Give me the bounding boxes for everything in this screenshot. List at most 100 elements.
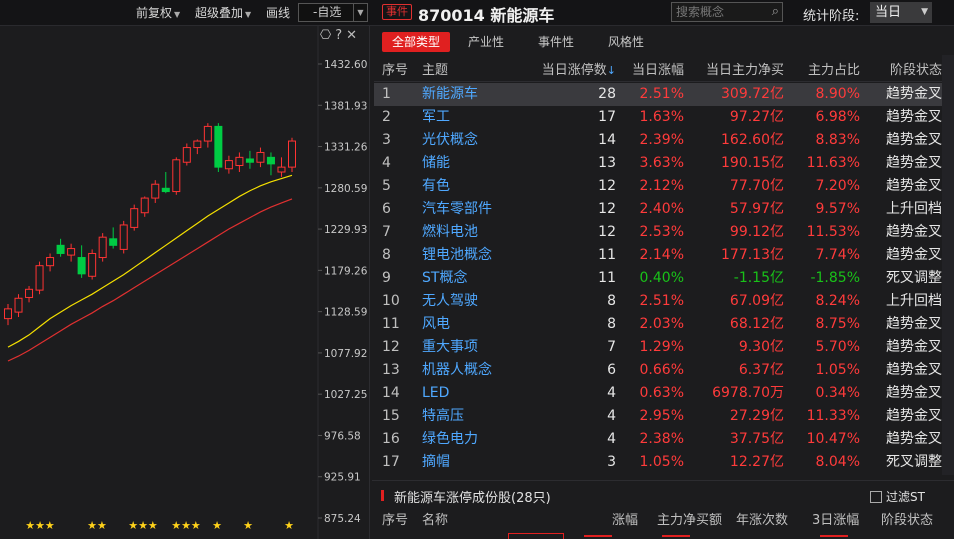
constituents-first-row[interactable] [372, 533, 954, 539]
row-stage: 趋势金叉 [886, 385, 942, 401]
row-net-buy: 12.27亿 [729, 454, 784, 470]
row-ratio: 7.74% [815, 247, 860, 263]
col-idx[interactable]: 序号 [382, 509, 408, 533]
row-value-bar [820, 535, 848, 537]
tab-all[interactable]: 全部类型 [382, 32, 451, 52]
row-stage: 上升回档 [886, 201, 942, 217]
search-input[interactable]: 搜索概念 ⌕ [671, 2, 783, 22]
table-row[interactable]: 12 重大事项 7 1.29% 9.30亿 5.70% 趋势金叉 [374, 336, 942, 359]
candle-body [266, 156, 275, 165]
chart-icons: ⎔?✕ [320, 28, 361, 43]
table-row[interactable]: 3 光伏概念 14 2.39% 162.60亿 8.83% 趋势金叉 [374, 129, 942, 152]
table-row[interactable]: 6 汽车零部件 12 2.40% 57.97亿 9.57% 上升回档 [374, 198, 942, 221]
row-stage: 趋势金叉 [886, 155, 942, 171]
row-index: 16 [382, 431, 400, 447]
row-change-pct: 0.40% [639, 270, 684, 286]
row-limit-count: 28 [598, 86, 616, 102]
sort-arrow-icon: ↓ [606, 64, 616, 77]
adjust-menu[interactable]: 前复权 ▼ [136, 4, 180, 21]
candle-body [88, 252, 97, 277]
row-net-buy: 190.15亿 [721, 155, 784, 171]
row-index: 14 [382, 385, 400, 401]
scrollbar[interactable] [942, 55, 954, 475]
row-ratio: 0.34% [815, 385, 860, 401]
candle-body [182, 147, 191, 163]
y-tick-label: 1027.25 [324, 389, 367, 401]
row-stage: 趋势金叉 [886, 316, 942, 332]
row-ratio: -1.85% [810, 270, 860, 286]
stat-select[interactable]: 当日 ▼ [870, 2, 932, 23]
col-year-count[interactable]: 年涨次数 [736, 509, 788, 533]
row-index: 2 [382, 109, 391, 125]
row-net-buy: 309.72亿 [721, 86, 784, 102]
row-theme-name: LED [422, 385, 450, 401]
candle-body [109, 238, 118, 246]
search-icon[interactable]: ⌕ [772, 3, 779, 21]
table-row[interactable]: 15 特高压 4 2.95% 27.29亿 11.33% 趋势金叉 [374, 405, 942, 428]
col-pct[interactable]: 当日涨幅 [624, 59, 684, 82]
row-theme-name: 无人驾驶 [422, 293, 478, 309]
checkbox-icon [870, 491, 882, 503]
candle-body [235, 156, 244, 166]
filter-st-checkbox[interactable]: 过滤ST [870, 488, 925, 505]
candle-body [245, 158, 254, 163]
kline-chart[interactable]: 1432.60 1381.93 1331.26 1280.59 1229.93 1179.… [0, 26, 370, 539]
candle-body [161, 187, 170, 193]
col-name[interactable]: 主题 [422, 59, 448, 82]
close-icon[interactable]: ✕ [346, 28, 361, 43]
row-theme-name: 新能源车 [422, 86, 478, 102]
candle-body [288, 140, 296, 168]
table-row[interactable]: 11 风电 8 2.03% 68.12亿 8.75% 趋势金叉 [374, 313, 942, 336]
row-ratio: 6.98% [815, 109, 860, 125]
custom-select[interactable]: -自选 ▼ [298, 3, 368, 22]
star-rating-icon: ★★★ [171, 519, 201, 532]
row-stage: 趋势金叉 [886, 178, 942, 194]
tab-style[interactable]: 风格性 [598, 32, 654, 52]
row-limit-count: 4 [607, 408, 616, 424]
table-row[interactable]: 17 摘帽 3 1.05% 12.27亿 8.04% 死叉调整 [374, 451, 942, 474]
col-change[interactable]: 涨幅 [612, 509, 638, 533]
col-net[interactable]: 当日主力净买 [692, 59, 784, 82]
col-stage[interactable]: 阶段状态 [881, 509, 933, 533]
y-tick-label: 1331.26 [324, 142, 368, 154]
row-stage: 死叉调整 [886, 454, 942, 470]
table-row[interactable]: 9 ST概念 11 0.40% -1.15亿 -1.85% 死叉调整 [374, 267, 942, 290]
table-row[interactable]: 1 新能源车 28 2.51% 309.72亿 8.90% 趋势金叉 [374, 83, 942, 106]
row-theme-name: 军工 [422, 109, 450, 125]
candle-body [151, 183, 160, 199]
help-icon[interactable]: ? [335, 28, 346, 43]
row-index: 6 [382, 201, 391, 217]
row-ratio: 7.20% [815, 178, 860, 194]
col-3day-change[interactable]: 3日涨幅 [812, 509, 859, 533]
table-row[interactable]: 13 机器人概念 6 0.66% 6.37亿 1.05% 趋势金叉 [374, 359, 942, 382]
table-row[interactable]: 7 燃料电池 12 2.53% 99.12亿 11.53% 趋势金叉 [374, 221, 942, 244]
col-limit-count-label: 当日涨停数 [541, 63, 607, 78]
row-net-buy: 27.29亿 [729, 408, 784, 424]
col-name[interactable]: 名称 [422, 509, 448, 533]
candle-body [77, 257, 86, 275]
col-stage[interactable]: 阶段状态 [870, 59, 942, 82]
table-row[interactable]: 2 军工 17 1.63% 97.27亿 6.98% 趋势金叉 [374, 106, 942, 129]
theme-panel: 全部类型 产业性 事件性 风格性 序号 主题 当日涨停数↓ 当日涨幅 当日主力净… [372, 26, 954, 539]
tab-event[interactable]: 事件性 [528, 32, 584, 52]
table-row[interactable]: 16 绿色电力 4 2.38% 37.75亿 10.47% 趋势金叉 [374, 428, 942, 451]
tab-industry[interactable]: 产业性 [458, 32, 514, 52]
col-limit-count[interactable]: 当日涨停数↓ [534, 59, 616, 82]
row-change-pct: 0.63% [639, 385, 684, 401]
col-ratio[interactable]: 主力占比 [792, 59, 860, 82]
candle-body [214, 125, 223, 168]
col-idx[interactable]: 序号 [382, 59, 412, 82]
row-theme-name: 燃料电池 [422, 224, 478, 240]
y-tick-label: 1381.93 [324, 100, 367, 112]
table-row[interactable]: 8 锂电池概念 11 2.14% 177.13亿 7.74% 趋势金叉 [374, 244, 942, 267]
row-stage: 趋势金叉 [886, 224, 942, 240]
table-row[interactable]: 14 LED 4 0.63% 6978.70万 0.34% 趋势金叉 [374, 382, 942, 405]
settings-icon[interactable]: ⎔ [320, 28, 335, 43]
draw-line-button[interactable]: 画线 [266, 4, 290, 21]
table-row[interactable]: 4 储能 13 3.63% 190.15亿 11.63% 趋势金叉 [374, 152, 942, 175]
table-row[interactable]: 10 无人驾驶 8 2.51% 67.09亿 8.24% 上升回档 [374, 290, 942, 313]
col-net-buy[interactable]: 主力净买额 [657, 509, 722, 533]
overlay-menu[interactable]: 超级叠加 ▼ [195, 4, 251, 21]
filter-st-label: 过滤ST [886, 490, 925, 504]
table-row[interactable]: 5 有色 12 2.12% 77.70亿 7.20% 趋势金叉 [374, 175, 942, 198]
